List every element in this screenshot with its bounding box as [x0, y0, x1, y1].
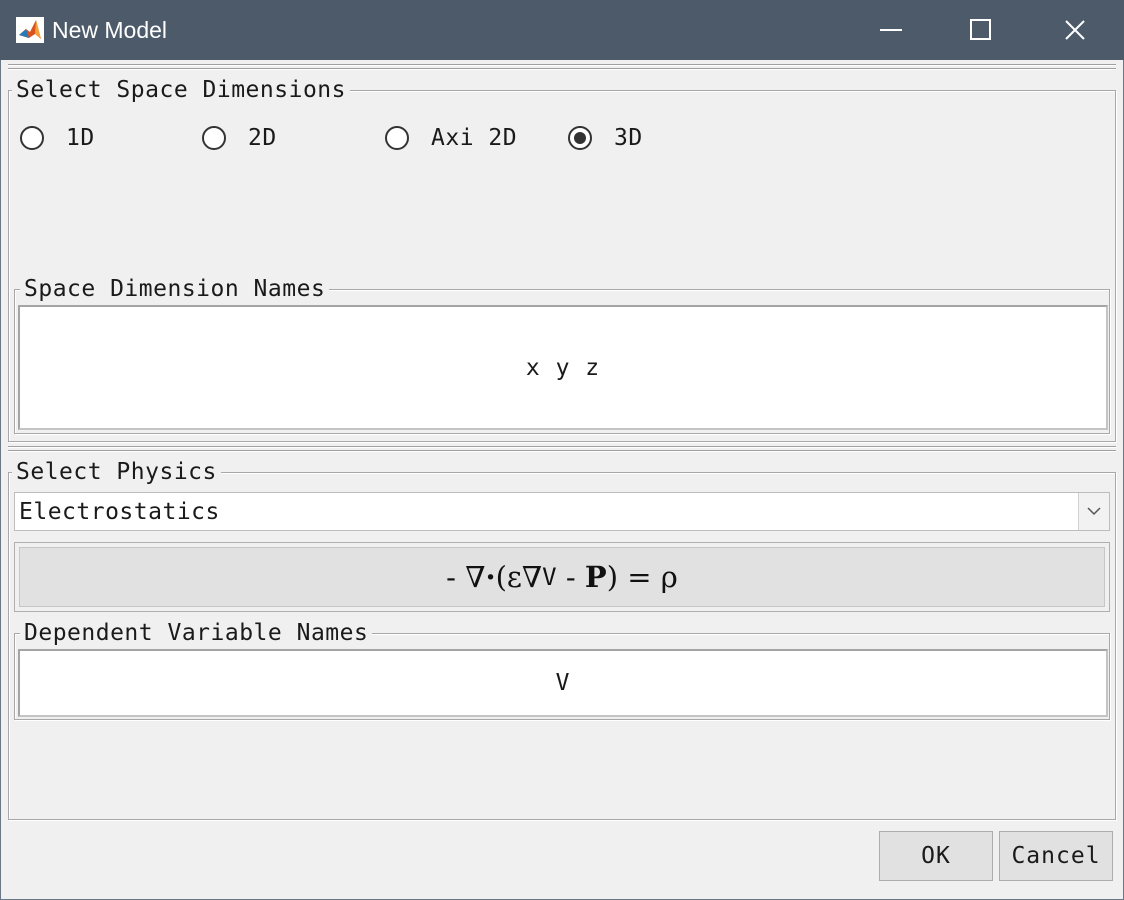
radio-2d-circle[interactable]: [202, 126, 226, 150]
matlab-icon: [16, 17, 44, 43]
equation-rho: ρ: [660, 560, 678, 594]
equation-dot: ·: [485, 560, 496, 594]
title-bar: New Model: [0, 0, 1124, 60]
dependent-variable-names-field[interactable]: V: [18, 649, 1108, 717]
chevron-down-icon: [1087, 507, 1101, 516]
radio-1d-circle[interactable]: [20, 126, 44, 150]
close-button[interactable]: [1042, 8, 1108, 52]
equation-minus: -: [446, 560, 456, 594]
equation-nabla: ∇: [521, 560, 543, 594]
dependent-variable-names-label: Dependent Variable Names: [20, 620, 373, 646]
equation-panel: - ∇ ·(ε ∇ V - P) = ρ: [14, 542, 1110, 612]
separator: [8, 68, 1116, 70]
physics-select[interactable]: Electrostatics: [14, 492, 1110, 531]
radio-2d[interactable]: 2D: [202, 124, 277, 152]
radio-2d-label: 2D: [248, 125, 277, 151]
equation-variable: V: [542, 563, 557, 591]
radio-1d[interactable]: 1D: [20, 124, 95, 152]
maximize-button[interactable]: [948, 8, 1014, 52]
radio-3d-label: 3D: [614, 125, 643, 151]
radio-axi-2d[interactable]: Axi 2D: [385, 124, 517, 152]
physics-select-value: Electrostatics: [19, 498, 220, 525]
equation-nabla: ∇: [465, 560, 486, 594]
physics-group-label: Select Physics: [12, 459, 221, 485]
maximize-icon: [970, 19, 991, 40]
separator: [8, 446, 1116, 448]
equation-open-paren: (: [495, 560, 507, 594]
radio-3d-circle[interactable]: [568, 126, 592, 150]
space-dimensions-group-label: Select Space Dimensions: [12, 77, 350, 103]
separator: [8, 450, 1116, 452]
equation-polarization: P: [584, 560, 607, 594]
minimize-button[interactable]: [858, 8, 924, 52]
equation-close-paren: ): [606, 560, 619, 594]
space-dimension-names-label: Space Dimension Names: [20, 276, 330, 302]
radio-3d[interactable]: 3D: [568, 124, 643, 152]
separator: [8, 64, 1116, 66]
equation-minus: -: [565, 560, 576, 594]
equation-display: - ∇ ·(ε ∇ V - P) = ρ: [19, 547, 1105, 607]
close-icon: [1065, 20, 1085, 40]
radio-axi-2d-label: Axi 2D: [431, 125, 518, 151]
ok-button[interactable]: OK: [879, 831, 993, 881]
radio-1d-label: 1D: [66, 125, 95, 151]
radio-axi-2d-circle[interactable]: [385, 126, 409, 150]
cancel-button[interactable]: Cancel: [999, 831, 1113, 881]
window-title: New Model: [52, 17, 168, 43]
space-dimension-names-field[interactable]: x y z: [18, 305, 1108, 430]
physics-select-arrow[interactable]: [1078, 493, 1109, 530]
equation-equals: =: [627, 560, 652, 594]
equation-epsilon: ε: [506, 560, 522, 594]
minimize-icon: [880, 29, 902, 31]
